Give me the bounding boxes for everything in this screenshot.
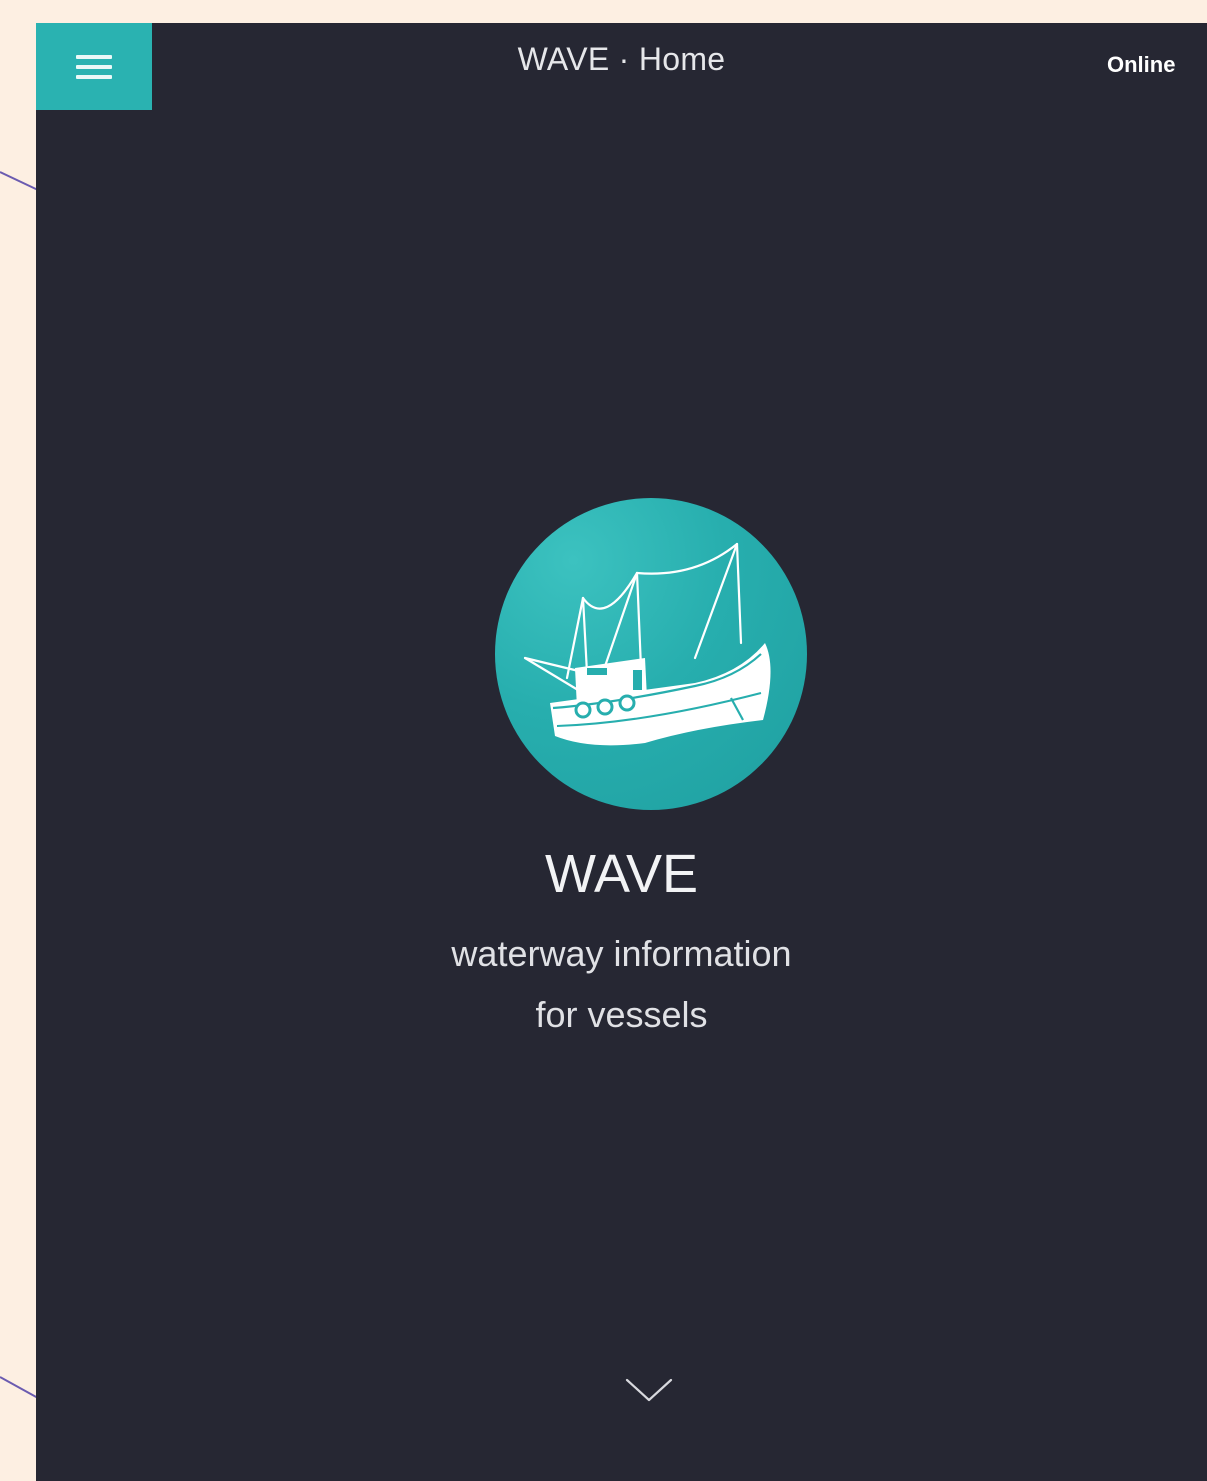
scroll-down-button[interactable] [622, 1373, 676, 1407]
chevron-down-icon [625, 1378, 673, 1402]
fishing-boat-icon [523, 542, 771, 746]
tagline-line-1: waterway information [451, 933, 792, 974]
hamburger-menu-icon [76, 53, 112, 81]
connection-status: Online [1107, 52, 1176, 77]
app-logo [495, 498, 807, 810]
tagline: waterway information for vessels [36, 923, 1207, 1045]
menu-button[interactable] [36, 23, 152, 110]
page-title: WAVE · Home [517, 41, 726, 77]
tagline-line-2: for vessels [535, 994, 708, 1035]
app-screen: WAVE · Home Online WAVE waterway informa… [36, 23, 1207, 1481]
decorative-connector-lines [0, 171, 39, 1399]
brand-name: WAVE [544, 844, 698, 904]
page-title-bar: WAVE · Home [36, 41, 1207, 78]
